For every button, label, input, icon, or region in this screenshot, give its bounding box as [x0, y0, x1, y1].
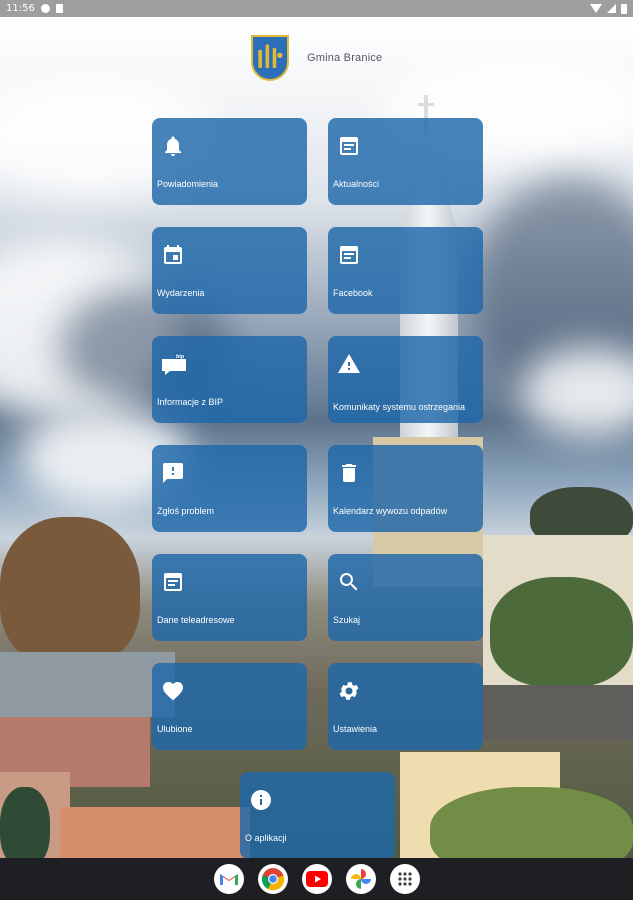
sim-icon: [55, 4, 63, 13]
tile-ustawienia[interactable]: Ustawienia: [328, 663, 483, 750]
tile-label: Komunikaty systemu ostrzegania: [333, 402, 466, 412]
trash-icon: [342, 464, 356, 482]
tile-label: Kalendarz wywozu odpadów: [333, 506, 448, 516]
tile-ulubione[interactable]: Ulubione: [152, 663, 307, 750]
chrome-icon[interactable]: [257, 864, 288, 894]
news-icon: [340, 137, 358, 155]
gear-icon: [339, 682, 359, 700]
report-icon: [163, 463, 183, 483]
tile-informacje-bip[interactable]: bip Informacje z BIP: [152, 336, 307, 423]
svg-text:bip: bip: [176, 354, 185, 360]
tile-szukaj[interactable]: Szukaj: [328, 554, 483, 641]
contact-card-icon: [164, 573, 182, 591]
tile-label: Aktualności: [333, 179, 380, 189]
tile-o-aplikacji[interactable]: O aplikacji: [240, 772, 395, 859]
tile-facebook[interactable]: Facebook: [328, 227, 483, 314]
tile-label: Zgłoś problem: [157, 506, 215, 516]
tile-aktualnosci[interactable]: Aktualności: [328, 118, 483, 205]
tile-label: Facebook: [333, 288, 373, 298]
navigation-bar: [0, 858, 633, 900]
info-icon: [251, 790, 271, 810]
calendar-icon: [164, 245, 182, 264]
battery-icon: [621, 3, 627, 14]
tile-komunikaty[interactable]: Komunikaty systemu ostrzegania: [328, 336, 483, 423]
tile-label: Dane teleadresowe: [157, 615, 235, 625]
photos-icon[interactable]: [345, 864, 376, 894]
bip-icon: bip: [162, 353, 186, 375]
tile-kalendarz-odpadow[interactable]: Kalendarz wywozu odpadów: [328, 445, 483, 532]
coat-of-arms-logo: [251, 35, 289, 81]
tile-wydarzenia[interactable]: Wydarzenia: [152, 227, 307, 314]
gmail-icon[interactable]: [213, 864, 244, 894]
tile-dane-teleadresowe[interactable]: Dane teleadresowe: [152, 554, 307, 641]
tile-powiadomienia[interactable]: Powiadomienia: [152, 118, 307, 205]
warning-icon: [338, 354, 360, 373]
signal-icon: [607, 4, 616, 13]
heart-icon: [163, 682, 183, 701]
app-title: Gmina Branice: [307, 52, 383, 64]
tile-label: Powiadomienia: [157, 179, 219, 189]
background-photo: [0, 17, 633, 858]
tile-label: Ustawienia: [333, 724, 378, 734]
status-time: 11:56: [6, 3, 35, 14]
news-icon: [340, 246, 358, 264]
status-bar: 11:56: [0, 0, 633, 17]
youtube-icon[interactable]: [301, 864, 332, 894]
tile-label: Ulubione: [157, 724, 193, 734]
bell-icon: [165, 136, 181, 156]
notification-icon: [40, 4, 50, 13]
search-icon: [339, 573, 358, 591]
tile-label: Informacje z BIP: [157, 397, 224, 407]
tile-zglos-problem[interactable]: Zgłoś problem: [152, 445, 307, 532]
wifi-icon: [590, 4, 602, 13]
tile-label: O aplikacji: [245, 833, 287, 843]
app-drawer-icon[interactable]: [389, 864, 420, 894]
tile-label: Wydarzenia: [157, 288, 205, 298]
tile-label: Szukaj: [333, 615, 361, 625]
